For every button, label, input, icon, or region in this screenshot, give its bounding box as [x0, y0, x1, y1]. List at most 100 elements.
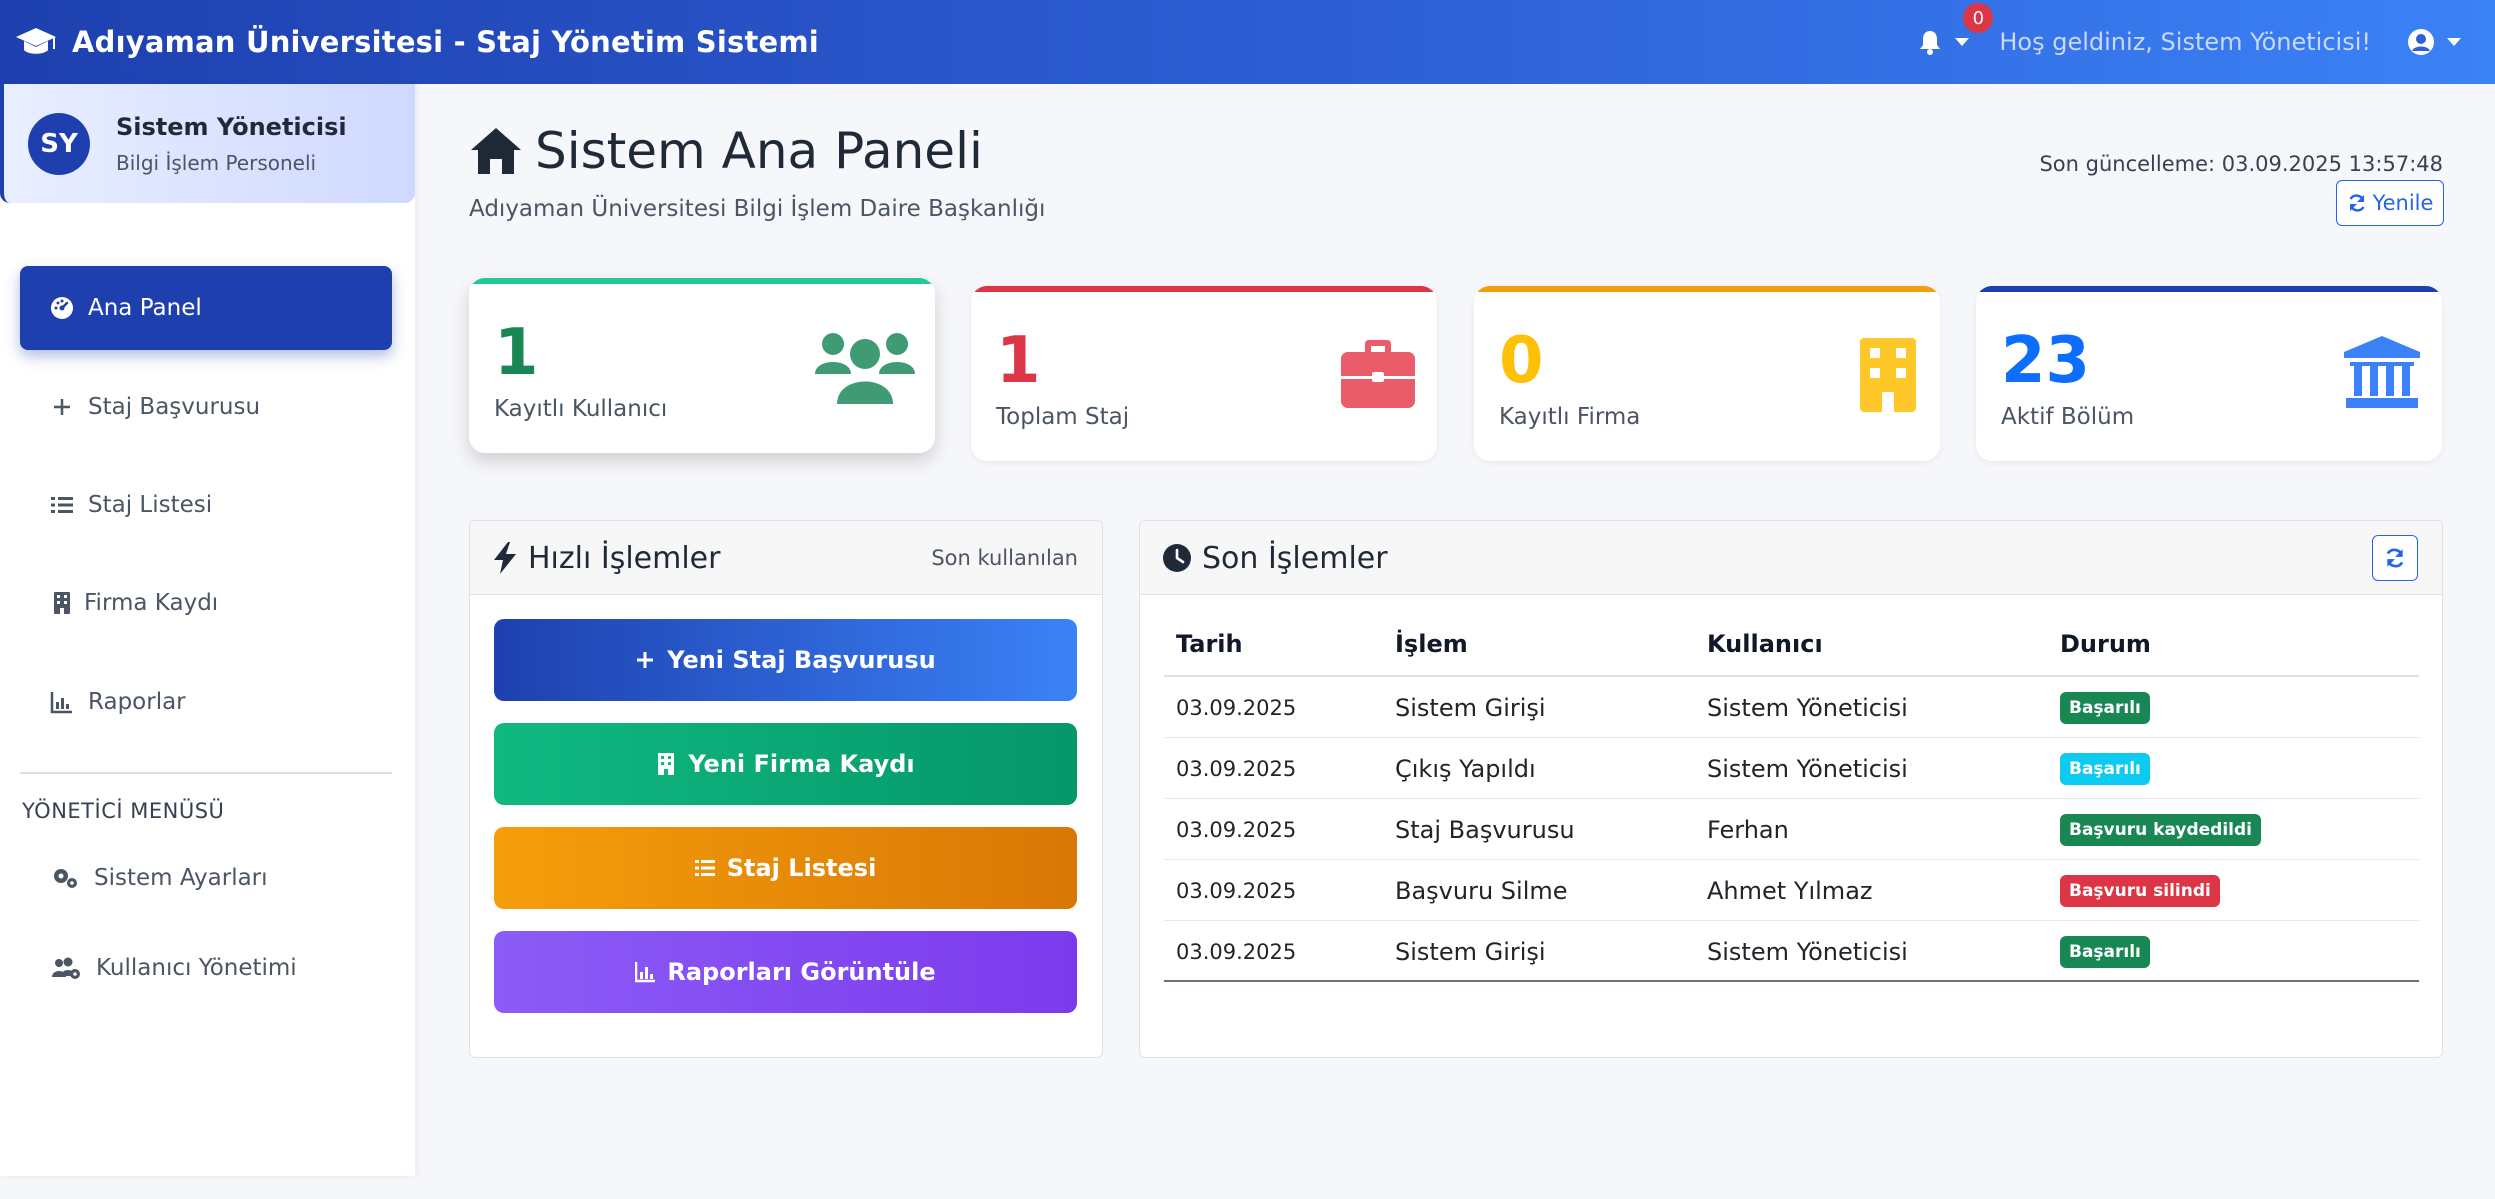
table-row: 03.09.2025 Staj Başvurusu Ferhan Başvuru… [1164, 799, 2419, 860]
plus-icon [637, 652, 654, 668]
profile-role: Bilgi İşlem Personeli [116, 150, 317, 175]
graduation-cap-icon [16, 28, 56, 54]
sidebar-item-ana-panel[interactable]: Ana Panel [20, 266, 392, 350]
table-row: 03.09.2025 Çıkış Yapıldı Sistem Yönetici… [1164, 738, 2419, 799]
card-stripe [1474, 286, 1940, 292]
stat-card-users[interactable]: 1 Kayıtlı Kullanıcı [469, 278, 935, 453]
cell-user: Sistem Yöneticisi [1707, 937, 1908, 966]
cell-user: Ahmet Yılmaz [1707, 876, 1873, 905]
stat-label: Aktif Bölüm [2001, 404, 2135, 430]
chart-icon [635, 962, 656, 983]
cell-action: Başvuru Silme [1395, 876, 1568, 905]
stat-value: 0 [1499, 324, 1544, 398]
sidebar-item-label: Raporlar [88, 689, 186, 715]
table-row: 03.09.2025 Başvuru Silme Ahmet Yılmaz Ba… [1164, 860, 2419, 921]
table-row: 03.09.2025 Sistem Girişi Sistem Yönetici… [1164, 921, 2419, 982]
brand[interactable]: Adıyaman Üniversitesi - Staj Yönetim Sis… [14, 22, 819, 62]
building-icon [1860, 338, 1916, 412]
gears-icon [54, 869, 77, 888]
chevron-down-icon [1955, 38, 1970, 46]
sidebar-item-raporlar[interactable]: Raporlar [20, 660, 392, 744]
bell-icon [1920, 31, 1941, 55]
cell-date: 03.09.2025 [1176, 695, 1297, 720]
column-header: İşlem [1395, 630, 1468, 658]
cell-user: Sistem Yöneticisi [1707, 693, 1908, 722]
column-header: Kullanıcı [1707, 630, 1823, 658]
dashboard-icon [51, 297, 73, 319]
chevron-down-icon [2447, 38, 2461, 46]
card-stripe [1976, 286, 2442, 292]
column-header: Tarih [1176, 630, 1243, 658]
sidebar-item-label: Staj Başvurusu [88, 394, 261, 420]
avatar: SY [28, 112, 90, 175]
stat-label: Toplam Staj [996, 404, 1130, 430]
users-gear-icon [52, 957, 80, 979]
sidebar-item-staj-listesi[interactable]: Staj Listesi [20, 463, 392, 547]
refresh-button[interactable]: Yenile [2336, 180, 2444, 226]
panel-title: Hızlı İşlemler [528, 540, 721, 576]
last-update-text: Son güncelleme: 03.09.2025 13:57:48 [2039, 152, 2443, 176]
sidebar-item-label: Firma Kaydı [84, 590, 219, 616]
clock-icon [1163, 544, 1191, 572]
user-profile-card: SY Sistem Yöneticisi Bilgi İşlem Persone… [0, 84, 415, 203]
cell-action: Çıkış Yapıldı [1395, 754, 1536, 783]
new-company-button[interactable]: Yeni Firma Kaydı [494, 723, 1077, 805]
cell-date: 03.09.2025 [1176, 756, 1297, 781]
quick-actions-panel: Hızlı İşlemler Son kullanılan Yeni Staj … [469, 520, 1103, 1058]
card-stripe [971, 286, 1437, 292]
nav-right: 0 Hoş geldiniz, Sistem Yöneticisi! [1917, 0, 2495, 84]
stat-card-departments[interactable]: 23 Aktif Bölüm [1976, 286, 2442, 461]
status-badge: Başarılı [2060, 935, 2150, 968]
stat-value: 1 [996, 324, 1041, 398]
profile-name: Sistem Yöneticisi [116, 112, 347, 141]
stat-label: Kayıtlı Kullanıcı [494, 396, 668, 422]
view-reports-button[interactable]: Raporları Görüntüle [494, 931, 1077, 1013]
sync-icon [2386, 548, 2404, 568]
new-internship-button[interactable]: Yeni Staj Başvurusu [494, 619, 1077, 701]
sidebar-item-label: Ana Panel [88, 295, 202, 321]
column-header: Durum [2060, 630, 2151, 658]
list-icon [51, 497, 73, 513]
sidebar-item-firma-kaydi[interactable]: Firma Kaydı [20, 561, 392, 645]
building-icon [54, 592, 70, 614]
cell-date: 03.09.2025 [1176, 878, 1297, 903]
table-row: 03.09.2025 Sistem Girişi Sistem Yönetici… [1164, 677, 2419, 738]
sidebar-item-label: Sistem Ayarları [94, 865, 268, 891]
notifications-dropdown[interactable]: 0 [1917, 3, 1994, 55]
sidebar-item-label: Staj Listesi [88, 492, 213, 518]
cell-user: Ferhan [1707, 815, 1789, 844]
stat-label: Kayıtlı Firma [1499, 404, 1641, 430]
sidebar-item-label: Kullanıcı Yönetimi [96, 955, 297, 981]
page-subtitle: Adıyaman Üniversitesi Bilgi İşlem Daire … [469, 196, 1046, 222]
cell-date: 03.09.2025 [1176, 817, 1297, 842]
briefcase-icon [1341, 340, 1415, 408]
table-header: Tarih İşlem Kullanıcı Durum [1164, 604, 2419, 677]
sidebar-item-kullanici-yonetimi[interactable]: Kullanıcı Yönetimi [20, 926, 392, 1010]
button-label: Yeni Staj Başvurusu [667, 646, 936, 674]
list-icon [694, 860, 715, 876]
button-label: Yeni Firma Kaydı [688, 750, 915, 778]
stat-value: 1 [494, 316, 539, 390]
university-icon [2344, 336, 2420, 408]
sidebar-item-sistem-ayarlari[interactable]: Sistem Ayarları [20, 836, 392, 920]
button-label: Staj Listesi [726, 854, 877, 882]
refresh-activity-button[interactable] [2372, 535, 2418, 581]
home-icon [471, 128, 521, 174]
card-stripe [469, 278, 935, 284]
panel-note: Son kullanılan [931, 546, 1078, 570]
admin-section-label: YÖNETİCİ MENÜSÜ [22, 799, 225, 823]
user-menu-dropdown[interactable] [2407, 28, 2461, 56]
app-title: Adıyaman Üniversitesi - Staj Yönetim Sis… [72, 25, 819, 59]
cell-date: 03.09.2025 [1176, 939, 1297, 964]
status-badge: Başarılı [2060, 752, 2150, 785]
sidebar-item-staj-basvurusu[interactable]: Staj Başvurusu [20, 365, 392, 449]
stat-card-companies[interactable]: 0 Kayıtlı Firma [1474, 286, 1940, 461]
status-badge: Başvuru silindi [2060, 874, 2220, 907]
internship-list-button[interactable]: Staj Listesi [494, 827, 1077, 909]
stat-card-internships[interactable]: 1 Toplam Staj [971, 286, 1437, 461]
sync-icon [2349, 194, 2365, 212]
chart-icon [50, 692, 72, 714]
cell-action: Sistem Girişi [1395, 937, 1546, 966]
welcome-text: Hoş geldiniz, Sistem Yöneticisi! [1999, 28, 2371, 56]
status-badge: Başarılı [2060, 691, 2150, 724]
